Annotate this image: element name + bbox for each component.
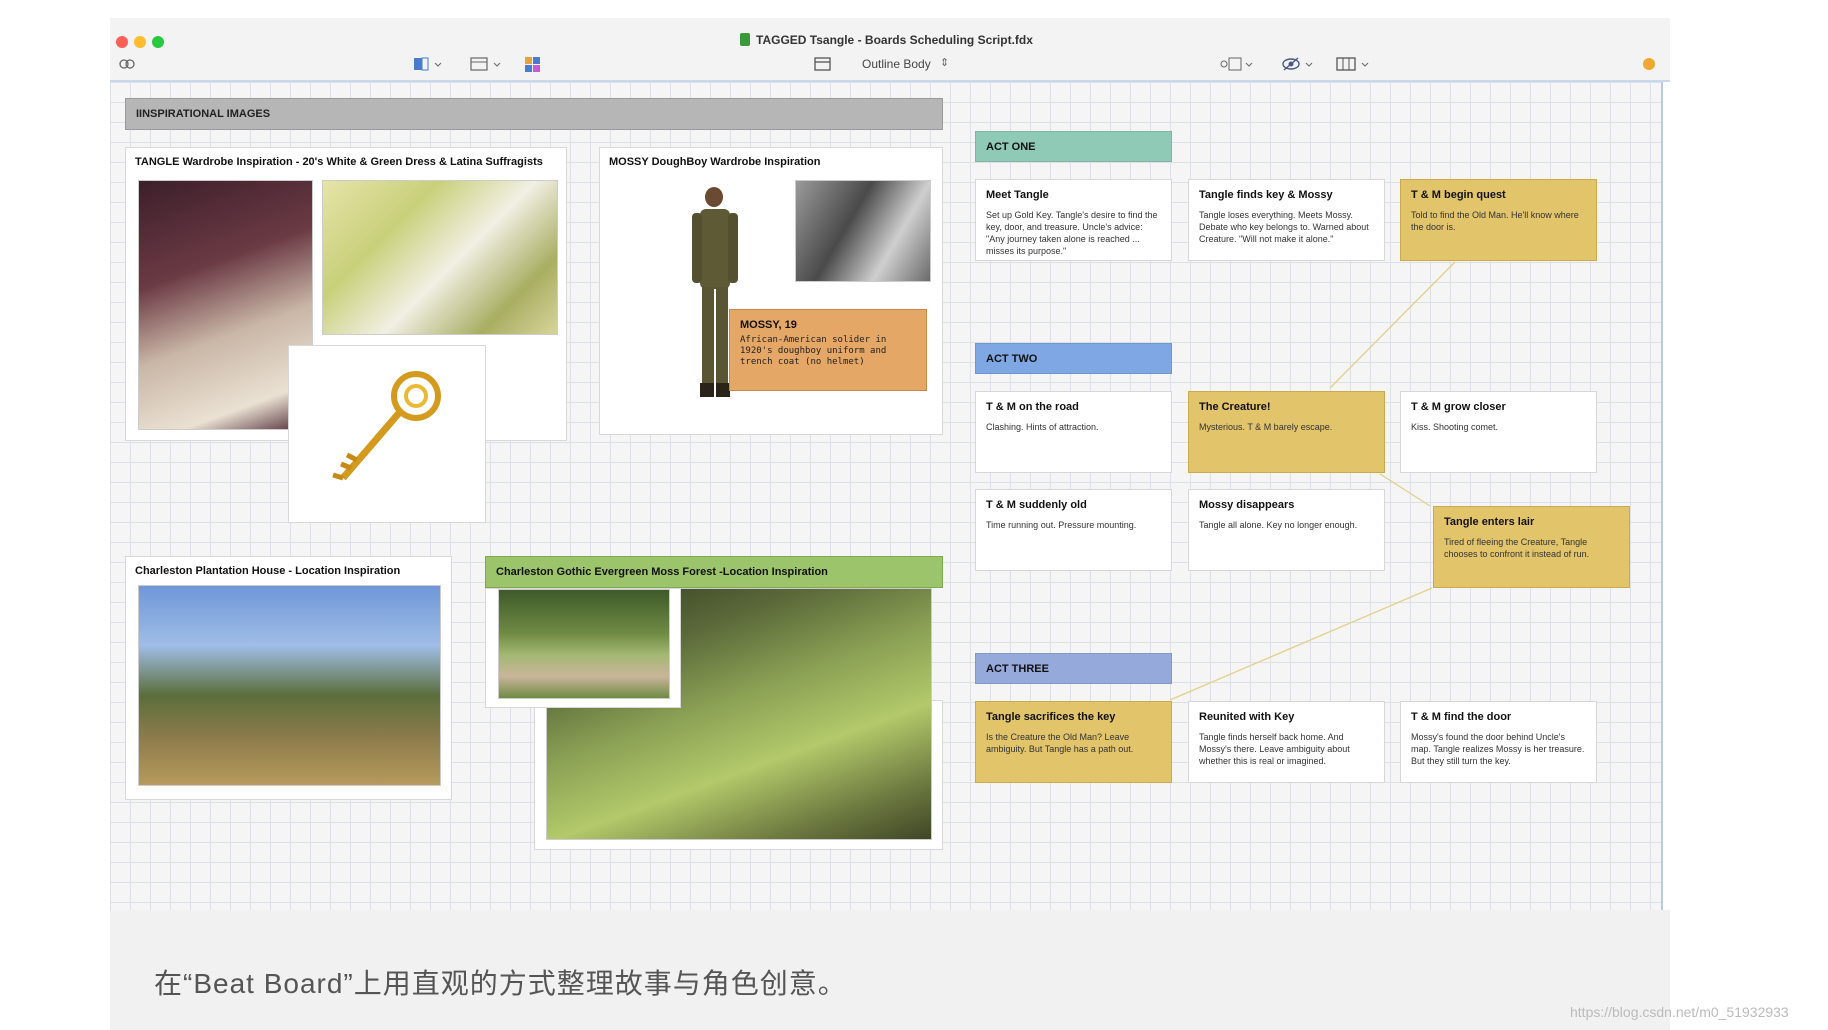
mossy-wardrobe-card[interactable]: MOSSY DoughBoy Wardrobe Inspiration [599, 147, 943, 435]
charleston-forest-header[interactable]: Charleston Gothic Evergreen Moss Forest … [485, 556, 943, 588]
note-title: MOSSY, 19 [740, 319, 797, 331]
wwi-soldier-photo [795, 180, 931, 282]
beat-card-grow-closer[interactable]: T & M grow closer Kiss. Shooting comet. [1400, 391, 1597, 473]
beat-title: T & M suddenly old [986, 499, 1087, 511]
beat-body: Tired of fleeing the Creature, Tangle ch… [1444, 537, 1590, 559]
beat-body: Time running out. Pressure mounting. [986, 520, 1137, 530]
act-two-header[interactable]: ACT TWO [975, 343, 1172, 374]
act-three-header[interactable]: ACT THREE [975, 653, 1172, 684]
beat-card-reunited[interactable]: Reunited with Key Tangle finds herself b… [1188, 701, 1385, 783]
oak-alley-card[interactable] [485, 588, 681, 708]
gold-key-card[interactable] [288, 345, 486, 523]
lady-teacup-photo [138, 180, 313, 430]
act-one-header[interactable]: ACT ONE [975, 131, 1172, 162]
beat-body: Mysterious. T & M barely escape. [1199, 422, 1333, 432]
beat-card-suddenly-old[interactable]: T & M suddenly old Time running out. Pre… [975, 489, 1172, 571]
beat-card-begin-quest[interactable]: T & M begin quest Told to find the Old M… [1400, 179, 1597, 261]
beat-body: Tangle finds herself back home. And Moss… [1199, 732, 1350, 766]
plantation-house-photo [138, 585, 441, 786]
beat-body: Told to find the Old Man. He'll know whe… [1411, 210, 1579, 232]
beat-card-enters-lair[interactable]: Tangle enters lair Tired of fleeing the … [1433, 506, 1630, 588]
beat-card-find-the-door[interactable]: T & M find the door Mossy's found the do… [1400, 701, 1597, 783]
beat-title: Tangle finds key & Mossy [1199, 189, 1333, 201]
beat-body: Mossy's found the door behind Uncle's ma… [1411, 732, 1585, 766]
beat-title: Tangle sacrifices the key [986, 711, 1116, 723]
gold-key-icon [332, 371, 441, 481]
lady-white-dress-photo [322, 180, 558, 335]
beat-body: Is the Creature the Old Man? Leave ambig… [986, 732, 1134, 754]
beat-body: Clashing. Hints of attraction. [986, 422, 1099, 432]
beat-title: T & M find the door [1411, 711, 1512, 723]
card-title: TANGLE Wardrobe Inspiration - 20's White… [135, 156, 543, 168]
card-title: MOSSY DoughBoy Wardrobe Inspiration [609, 156, 821, 168]
beat-body: Set up Gold Key. Tangle's desire to find… [986, 210, 1158, 256]
beat-title: Meet Tangle [986, 189, 1049, 201]
beat-card-on-the-road[interactable]: T & M on the road Clashing. Hints of att… [975, 391, 1172, 473]
card-title: Charleston Plantation House - Location I… [135, 565, 401, 577]
beat-title: T & M on the road [986, 401, 1079, 413]
beat-title: T & M begin quest [1411, 189, 1506, 201]
beat-title: The Creature! [1199, 401, 1271, 413]
blog-credit: https://blog.csdn.net/m0_51932933 [1570, 1004, 1789, 1020]
beat-title: Tangle enters lair [1444, 516, 1535, 528]
beat-title: T & M grow closer [1411, 401, 1506, 413]
note-body: African-American solider in 1920's dough… [740, 335, 887, 367]
inspirational-images-header[interactable]: IINSPIRATIONAL IMAGES [125, 98, 943, 130]
beat-body: Tangle loses everything. Meets Mossy. De… [1199, 210, 1369, 244]
caption-text: 在“Beat Board”上用直观的方式整理故事与角色创意。 [154, 968, 847, 999]
charleston-house-card[interactable]: Charleston Plantation House - Location I… [125, 556, 452, 800]
beat-card-the-creature[interactable]: The Creature! Mysterious. T & M barely e… [1188, 391, 1385, 473]
beat-card-mossy-disappears[interactable]: Mossy disappears Tangle all alone. Key n… [1188, 489, 1385, 571]
beat-body: Tangle all alone. Key no longer enough. [1199, 520, 1358, 530]
beat-title: Mossy disappears [1199, 499, 1295, 511]
mossy-character-note[interactable]: MOSSY, 19 African-American solider in 19… [729, 309, 927, 391]
beat-title: Reunited with Key [1199, 711, 1295, 723]
oak-alley-photo [498, 589, 670, 699]
beat-card-sacrifices-key[interactable]: Tangle sacrifices the key Is the Creatur… [975, 701, 1172, 783]
beat-card-tangle-finds-key[interactable]: Tangle finds key & Mossy Tangle loses ev… [1188, 179, 1385, 261]
beat-body: Kiss. Shooting comet. [1411, 422, 1499, 432]
beat-card-meet-tangle[interactable]: Meet Tangle Set up Gold Key. Tangle's de… [975, 179, 1172, 261]
